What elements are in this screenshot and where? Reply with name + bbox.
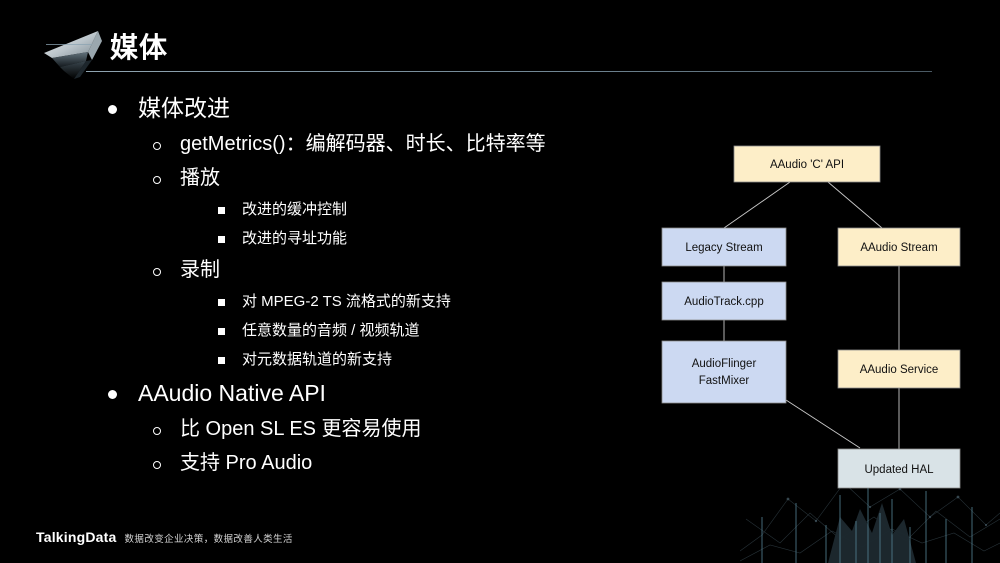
- bullet-hollow-dot-icon: [153, 418, 180, 442]
- list-item: 任意数量的音频 / 视频轨道: [218, 322, 668, 341]
- node-label: AAudio 'C' API: [770, 159, 844, 171]
- node-label: Updated HAL: [864, 464, 934, 476]
- bullet-square-icon: [218, 201, 242, 220]
- slide-header: 媒体: [0, 0, 1000, 90]
- title-underline: [86, 71, 932, 72]
- node-label: AudioFlinger: [692, 358, 757, 370]
- slide: 媒体 媒体改进 getMetrics()：编解码器、时长、比特率等 播放 改进的…: [0, 0, 1000, 563]
- brand-logo-text: TalkingData: [36, 529, 117, 545]
- node-aaudio-service: AAudio Service: [837, 349, 961, 389]
- node-aaudio-c-api: AAudio 'C' API: [733, 145, 881, 183]
- node-label: Legacy Stream: [685, 242, 762, 254]
- aaudio-architecture-diagram: AAudio 'C' API Legacy Stream AAudio Stre…: [650, 130, 990, 505]
- node-label: AAudio Service: [860, 364, 939, 376]
- page-title: 媒体: [110, 32, 169, 63]
- footer: TalkingData 数据改变企业决策，数据改善人类生活: [36, 529, 293, 545]
- bullet-hollow-dot-icon: [153, 133, 180, 157]
- bullet-hollow-dot-icon: [153, 452, 180, 476]
- bullet-solid-dot-icon: [108, 96, 138, 122]
- list-item-label: 任意数量的音频 / 视频轨道: [242, 322, 420, 339]
- list-item: getMetrics()：编解码器、时长、比特率等: [153, 133, 668, 157]
- list-item: 改进的缓冲控制: [218, 201, 668, 220]
- list-item: 对 MPEG-2 TS 流格式的新支持: [218, 293, 668, 312]
- list-item-label: 对 MPEG-2 TS 流格式的新支持: [242, 293, 451, 310]
- edge-capi-to-legacy: [723, 181, 791, 229]
- node-audiotrack-cpp: AudioTrack.cpp: [661, 281, 787, 321]
- bullet-square-icon: [218, 230, 242, 249]
- list-item: 改进的寻址功能: [218, 230, 668, 249]
- edge-capi-to-aastream: [827, 181, 883, 229]
- list-item-label: 比 Open SL ES 更容易使用: [180, 418, 422, 440]
- node-label: AAudio Stream: [860, 242, 937, 254]
- bullet-list: 媒体改进 getMetrics()：编解码器、时长、比特率等 播放 改进的缓冲控…: [108, 96, 668, 486]
- list-item-label: 对元数据轨道的新支持: [242, 351, 393, 368]
- node-label: AudioTrack.cpp: [684, 296, 763, 308]
- node-label-line2: FastMixer: [699, 375, 750, 387]
- list-item: 比 Open SL ES 更容易使用: [153, 418, 668, 442]
- list-item-label: getMetrics()：编解码器、时长、比特率等: [180, 133, 546, 155]
- list-item: 对元数据轨道的新支持: [218, 351, 668, 370]
- bullet-solid-dot-icon: [108, 381, 138, 407]
- bullet-square-icon: [218, 351, 242, 370]
- list-item-label: 录制: [180, 259, 220, 281]
- paper-plane-logo-icon: [44, 31, 102, 79]
- bullet-square-icon: [218, 322, 242, 341]
- brand-tagline: 数据改变企业决策，数据改善人类生活: [124, 534, 293, 545]
- bullet-hollow-dot-icon: [153, 167, 180, 191]
- node-aaudio-stream: AAudio Stream: [837, 227, 961, 267]
- node-legacy-stream: Legacy Stream: [661, 227, 787, 267]
- bullet-hollow-dot-icon: [153, 259, 180, 283]
- list-item-label: 改进的缓冲控制: [242, 201, 348, 218]
- list-item: 支持 Pro Audio: [153, 452, 668, 476]
- node-updated-hal: Updated HAL: [837, 448, 961, 489]
- title-accent-line: [46, 44, 92, 45]
- edge-flinger-to-hal: [785, 399, 861, 449]
- list-item: 录制: [153, 259, 668, 283]
- list-item-label: 支持 Pro Audio: [180, 452, 313, 474]
- list-item-label: 媒体改进: [138, 95, 230, 121]
- list-item-label: AAudio Native API: [138, 380, 326, 406]
- list-item-label: 播放: [180, 167, 220, 189]
- list-item: 播放: [153, 167, 668, 191]
- list-item: AAudio Native API: [108, 381, 668, 407]
- bullet-square-icon: [218, 293, 242, 312]
- list-item-label: 改进的寻址功能: [242, 230, 348, 247]
- list-item: 媒体改进: [108, 96, 668, 122]
- node-audioflinger-fastmixer: AudioFlinger FastMixer: [661, 340, 787, 404]
